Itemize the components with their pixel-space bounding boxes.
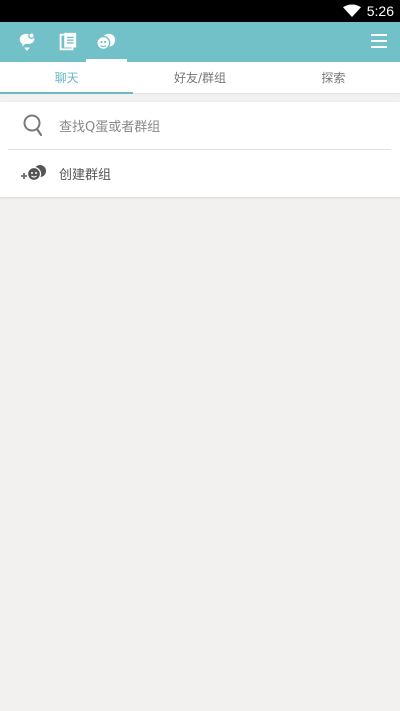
add-group-icon — [21, 165, 46, 182]
actions-card: 查找Q蛋或者群组 创建群组 — [0, 102, 400, 197]
tab-bar: 聊天 好友/群组 探索 — [0, 62, 400, 94]
top-app-bar — [0, 22, 400, 62]
chat-bubble-icon[interactable] — [14, 29, 40, 55]
tab-explore[interactable]: 探索 — [267, 62, 400, 93]
search-icon — [23, 114, 43, 136]
notes-icon[interactable] — [54, 29, 80, 55]
create-group-row[interactable]: 创建群组 — [0, 149, 400, 197]
create-group-label: 创建群组 — [59, 167, 112, 183]
hamburger-menu-icon[interactable] — [370, 32, 388, 50]
groups-faces-icon[interactable] — [93, 29, 119, 55]
wifi-icon — [342, 4, 361, 17]
status-bar: 5:26 — [0, 0, 400, 22]
status-time: 5:26 — [366, 3, 394, 19]
search-label: 查找Q蛋或者群组 — [59, 120, 161, 135]
app-screen: 5:26 聊天 好友/群组 探索 查找Q蛋或者群组 创建群组 — [0, 0, 400, 711]
tab-chat[interactable]: 聊天 — [0, 62, 134, 94]
tab-friends-groups[interactable]: 好友/群组 — [133, 62, 266, 93]
search-row[interactable]: 查找Q蛋或者群组 — [0, 102, 400, 149]
